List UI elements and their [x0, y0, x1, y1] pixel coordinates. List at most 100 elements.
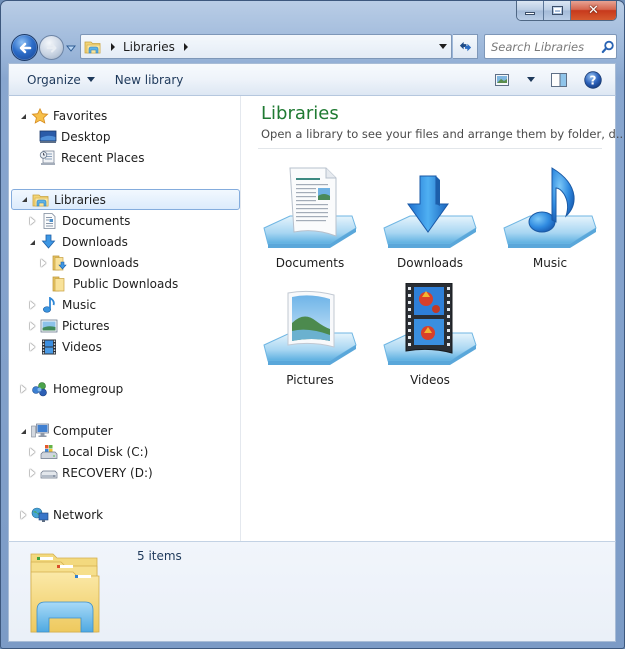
nav-item-label: Favorites — [53, 109, 108, 123]
organize-button[interactable]: Organize — [17, 69, 105, 91]
library-videos[interactable]: Videos — [375, 283, 485, 395]
library-label: Videos — [410, 373, 450, 387]
library-label: Documents — [275, 256, 345, 270]
breadcrumb-libraries[interactable]: Libraries — [123, 40, 175, 54]
nav-item-label: Pictures — [62, 319, 110, 333]
expander-open-icon[interactable] — [19, 195, 29, 205]
search-box[interactable] — [484, 34, 617, 59]
pictures-icon — [40, 319, 58, 333]
expander-closed-icon[interactable] — [27, 447, 37, 457]
expander-closed-icon[interactable] — [27, 300, 37, 310]
nav-item-computer[interactable]: Computer — [18, 421, 113, 441]
title-bar[interactable]: ✕ — [1, 1, 624, 29]
expander-closed-icon[interactable] — [18, 384, 28, 394]
recent-pages-dropdown-icon[interactable] — [66, 43, 76, 53]
command-bar-right: ? — [489, 70, 615, 90]
search-input[interactable] — [491, 39, 599, 54]
nav-item-downloads[interactable]: Downloads — [27, 232, 128, 252]
caption-buttons: ✕ — [516, 1, 617, 21]
breadcrumb-separator-icon[interactable] — [183, 42, 188, 51]
nav-item-local-disk[interactable]: Local Disk (C:) — [27, 442, 148, 462]
downloads-folder-icon — [52, 255, 67, 271]
header-divider — [258, 148, 602, 149]
expander-closed-icon[interactable] — [18, 510, 28, 520]
expander-open-icon[interactable] — [18, 426, 28, 436]
pictures-library-icon — [263, 290, 357, 365]
library-downloads[interactable]: Downloads — [375, 166, 485, 278]
nav-item-label: Network — [53, 508, 104, 522]
expander-open-icon[interactable] — [27, 237, 37, 247]
refresh-button[interactable] — [453, 34, 478, 59]
new-library-button[interactable]: New library — [105, 69, 194, 91]
preview-pane-icon[interactable] — [551, 72, 567, 87]
local-disk-icon — [40, 445, 58, 459]
nav-item-label: Libraries — [54, 192, 106, 207]
details-pane: 5 items — [8, 541, 616, 642]
organize-label: Organize — [27, 72, 81, 87]
nav-item-documents[interactable]: Documents — [27, 211, 130, 231]
address-dropdown-icon[interactable] — [439, 44, 447, 49]
nav-item-label: Homegroup — [53, 382, 124, 396]
library-music[interactable]: Music — [495, 166, 605, 278]
chevron-down-icon — [86, 77, 95, 82]
libraries-icon — [84, 41, 101, 53]
back-arrow-icon — [19, 42, 31, 53]
nav-item-network[interactable]: Network — [18, 505, 103, 525]
breadcrumb-separator-icon[interactable] — [111, 42, 115, 51]
nav-item-recovery-drive[interactable]: RECOVERY (D:) — [27, 463, 153, 483]
folder-icon — [52, 276, 65, 292]
music-icon — [43, 297, 55, 313]
maximize-button[interactable] — [544, 1, 571, 20]
expander-closed-icon[interactable] — [27, 342, 37, 352]
nav-item-public-downloads[interactable]: Public Downloads — [51, 274, 178, 294]
nav-item-label: Computer — [53, 424, 113, 438]
help-icon[interactable]: ? — [584, 70, 602, 89]
library-pictures[interactable]: Pictures — [255, 283, 365, 395]
forward-button[interactable] — [39, 35, 64, 60]
nav-item-recent-places[interactable]: Recent Places — [39, 148, 144, 168]
address-bar[interactable]: Libraries — [80, 34, 452, 59]
close-button[interactable]: ✕ — [571, 1, 616, 20]
command-bar: Organize New library ? — [8, 63, 616, 96]
refresh-icon — [459, 41, 471, 52]
back-button[interactable] — [11, 34, 38, 61]
nav-item-libraries[interactable]: Libraries — [11, 189, 240, 210]
nav-item-desktop[interactable]: Desktop — [39, 127, 111, 147]
nav-item-label: Local Disk (C:) — [62, 445, 149, 459]
nav-item-downloads-folder[interactable]: Downloads — [38, 253, 139, 273]
expander-closed-icon[interactable] — [38, 258, 48, 268]
content-pane[interactable]: Libraries Open a library to see your fil… — [242, 96, 624, 541]
svg-text:?: ? — [590, 73, 597, 87]
expander-closed-icon[interactable] — [27, 321, 37, 331]
videos-icon — [42, 339, 56, 355]
nav-item-favorites[interactable]: Favorites — [18, 106, 107, 126]
navigation-pane[interactable]: Favorites Desktop Recent Places Librarie… — [9, 96, 241, 541]
nav-item-pictures[interactable]: Pictures — [27, 316, 110, 336]
library-documents[interactable]: Documents — [255, 166, 365, 278]
library-label: Downloads — [397, 256, 463, 270]
minimize-button[interactable] — [517, 1, 544, 20]
page-subtitle: Open a library to see your files and arr… — [261, 127, 625, 141]
page-title: Libraries — [261, 103, 339, 124]
expander-closed-icon[interactable] — [27, 468, 37, 478]
nav-item-label: Videos — [62, 340, 102, 354]
nav-item-homegroup[interactable]: Homegroup — [18, 379, 123, 399]
main-panes: Favorites Desktop Recent Places Librarie… — [8, 96, 624, 541]
minimize-icon — [525, 12, 535, 15]
expander-closed-icon[interactable] — [27, 216, 37, 226]
navigation-bar: Libraries — [1, 31, 624, 63]
drive-icon — [40, 470, 58, 479]
view-options-dropdown-icon[interactable] — [527, 77, 535, 82]
search-icon[interactable] — [601, 40, 615, 54]
nav-item-label: Downloads — [62, 235, 128, 249]
explorer-window: ✕ Libraries Search Libraries Organize Ne… — [0, 0, 625, 649]
nav-item-label: Recent Places — [61, 151, 145, 165]
recent-places-icon — [39, 150, 55, 165]
desktop-icon — [39, 130, 57, 143]
expander-open-icon[interactable] — [18, 111, 28, 121]
nav-item-videos[interactable]: Videos — [27, 337, 102, 357]
nav-item-music[interactable]: Music — [27, 295, 96, 315]
change-view-button[interactable] — [489, 70, 515, 90]
libraries-icon — [32, 194, 49, 206]
libraries-large-icon — [30, 553, 100, 633]
